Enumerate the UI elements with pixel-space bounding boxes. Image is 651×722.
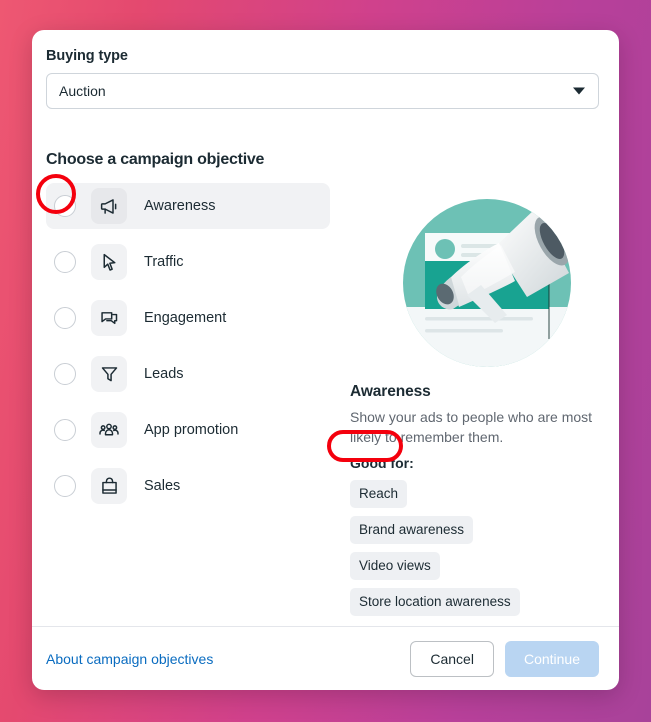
buying-type-label: Buying type [46,48,128,64]
objective-label: Sales [144,478,181,494]
objective-detail-panel: Awareness Show your ads to people who ar… [330,181,606,624]
about-campaign-objectives-link[interactable]: About campaign objectives [46,651,213,667]
chevron-down-icon [573,87,585,95]
tag-reach: Reach [350,480,408,508]
tag-row: Brand awareness [350,516,606,552]
objective-list: Awareness Traffic Engagement Leads App p… [46,181,330,624]
shopping-bag-icon [91,468,127,504]
detail-title: Awareness [350,383,431,400]
objective-row-engagement[interactable]: Engagement [46,295,330,341]
objective-label: Leads [144,366,184,382]
megaphone-icon [91,188,127,224]
people-group-icon [91,412,127,448]
radio-app-promotion[interactable] [54,419,76,441]
objective-label: Awareness [144,198,216,214]
tag-brand-awareness: Brand awareness [350,516,474,544]
objective-row-traffic[interactable]: Traffic [46,239,330,285]
objective-label: App promotion [144,422,239,438]
megaphone-illustration [403,199,571,367]
objective-label: Traffic [144,254,184,270]
cancel-button[interactable]: Cancel [410,640,494,677]
tag-row: Reach [350,480,606,516]
continue-button: Continue [504,640,599,677]
tag-store-location-awareness: Store location awareness [350,588,520,616]
page-title: Choose a campaign objective [46,151,265,168]
objective-columns: Awareness Traffic Engagement Leads App p… [46,181,599,624]
dialog-body: Buying type Auction Choose a campaign ob… [32,30,619,626]
radio-engagement[interactable] [54,307,76,329]
tag-video-views: Video views [350,552,440,580]
campaign-objective-dialog: Buying type Auction Choose a campaign ob… [32,30,619,690]
chat-bubbles-icon [91,300,127,336]
tag-row: Store location awareness [350,588,606,624]
funnel-icon [91,356,127,392]
radio-awareness[interactable] [54,195,76,217]
objective-row-sales[interactable]: Sales [46,463,330,509]
dialog-footer: About campaign objectives Cancel Continu… [32,626,619,690]
detail-description: Show your ads to people who are most lik… [350,409,593,445]
radio-leads[interactable] [54,363,76,385]
buying-type-value: Auction [59,83,106,99]
cursor-icon [91,244,127,280]
radio-sales[interactable] [54,475,76,497]
tag-row: Video views [350,552,606,588]
objective-row-app-promotion[interactable]: App promotion [46,407,330,453]
good-for-label: Good for: [350,455,414,471]
radio-traffic[interactable] [54,251,76,273]
objective-label: Engagement [144,310,227,326]
objective-row-awareness[interactable]: Awareness [46,183,330,229]
buying-type-select[interactable]: Auction [46,73,599,109]
objective-row-leads[interactable]: Leads [46,351,330,397]
